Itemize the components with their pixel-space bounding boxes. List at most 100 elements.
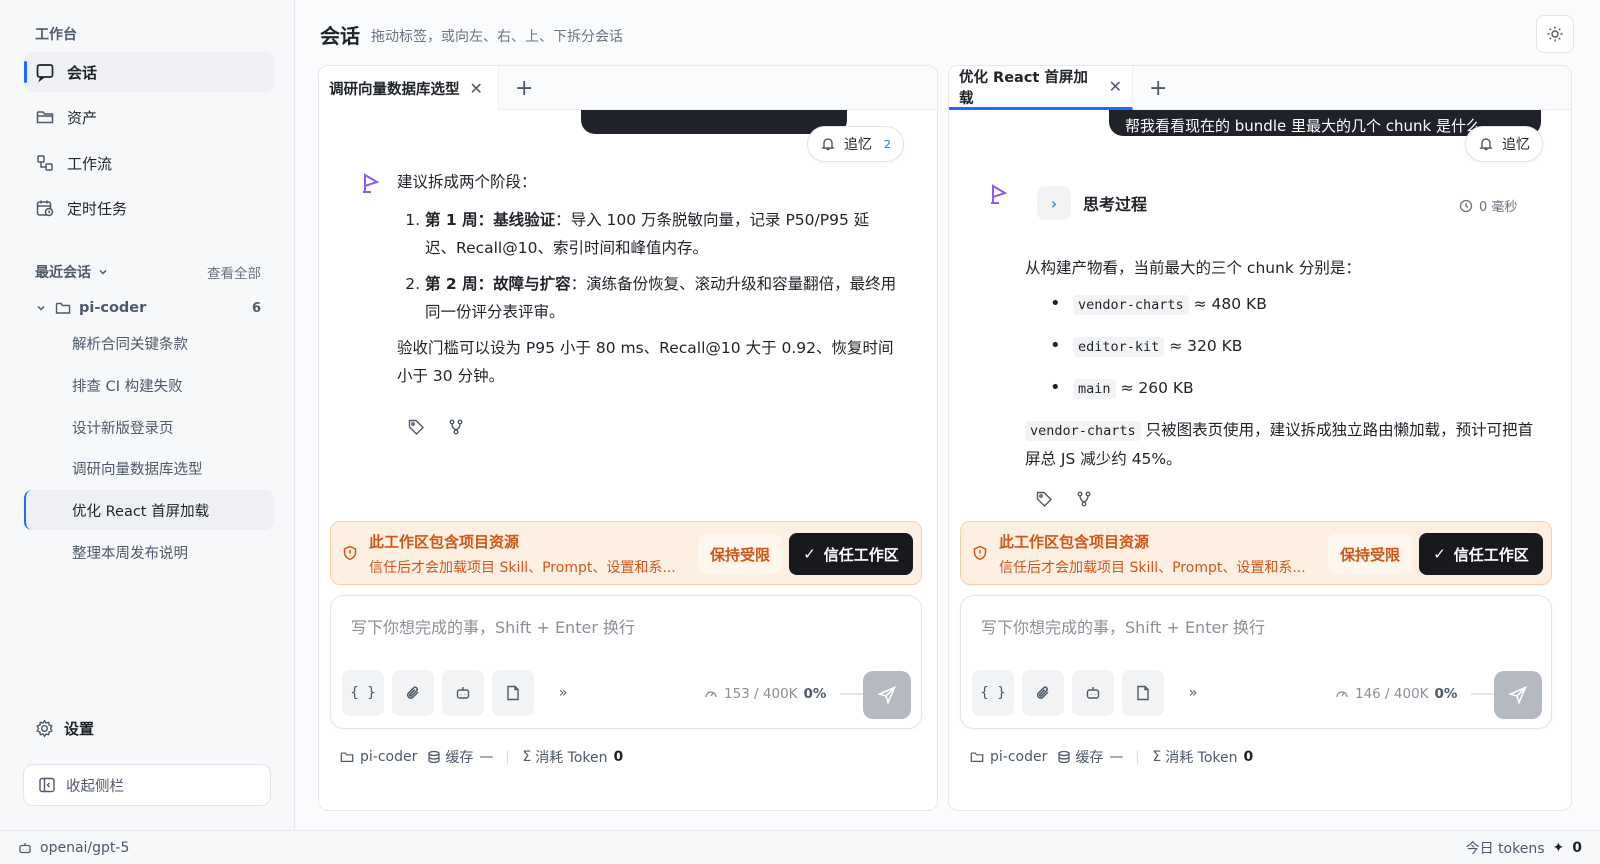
conversation-meta: pi-coder 缓存 — Σ 消耗 Token 0 — [970, 747, 1253, 767]
conversation-item[interactable]: 设计新版登录页 — [24, 407, 274, 447]
model-indicator[interactable]: openai/gpt-5 — [18, 840, 129, 856]
composer-placeholder[interactable]: 写下你想完成的事，Shift + Enter 换行 — [351, 614, 635, 638]
settings-button[interactable]: 设置 — [35, 718, 94, 739]
step-title: 基线验证 — [493, 211, 556, 229]
sigma-icon: Σ — [522, 749, 532, 765]
theme-toggle-button[interactable] — [1536, 15, 1574, 53]
document-icon[interactable] — [1122, 670, 1164, 716]
meta-token-value: 0 — [613, 749, 624, 765]
close-icon[interactable]: ✕ — [470, 79, 483, 98]
recall-label: 追忆 — [1502, 137, 1530, 153]
sidebar-item-assets[interactable]: 资产 — [24, 97, 274, 137]
keep-restricted-button[interactable]: 保持受限 — [698, 534, 782, 574]
gauge-icon — [705, 691, 717, 698]
tab-title: 优化 React 首屏加载 — [959, 69, 1088, 107]
send-button[interactable] — [863, 671, 911, 719]
bell-icon — [1479, 138, 1493, 151]
chunk-name: main — [1073, 379, 1116, 399]
project-group-pi-coder[interactable]: pi-coder 6 — [35, 300, 261, 316]
context-used: 146 / 400K — [1355, 686, 1429, 702]
composer-toolbar: { } » — [972, 670, 1214, 716]
warning-icon — [343, 545, 357, 561]
divider — [507, 750, 509, 764]
page-title: 会话 — [320, 24, 360, 48]
user-message-bubble — [581, 110, 847, 134]
paperclip-icon[interactable] — [392, 670, 434, 716]
view-all-link[interactable]: 查看全部 — [207, 262, 261, 282]
gear-icon — [36, 719, 53, 738]
paperclip-icon[interactable] — [1022, 670, 1064, 716]
robot-icon[interactable] — [442, 670, 484, 716]
send-icon — [877, 685, 897, 705]
message-composer[interactable]: 写下你想完成的事，Shift + Enter 换行 { } » — [330, 595, 922, 729]
database-icon — [1058, 750, 1071, 764]
collapse-sidebar-button[interactable]: 收起侧栏 — [23, 764, 271, 806]
step-number: 第 1 周： — [425, 211, 494, 229]
sidebar-item-chat[interactable]: 会话 — [24, 52, 274, 92]
trust-workspace-button[interactable]: ✓ 信任工作区 — [1419, 533, 1543, 575]
chat-pane-left: 调研向量数据库选型 ✕ + 追忆 2 建议拆成两个阶段： 第 1 周：基线验证：… — [318, 65, 938, 811]
robot-icon[interactable] — [1072, 670, 1114, 716]
warning-icon — [973, 545, 987, 561]
conversation-item[interactable]: 整理本周发布说明 — [24, 532, 274, 572]
branch-icon[interactable] — [1075, 490, 1093, 508]
conversation-item-active[interactable]: 优化 React 首屏加载 — [24, 490, 274, 530]
sidebar-item-label: 定时任务 — [67, 199, 128, 218]
recent-conversations-header: 最近会话 查看全部 — [35, 262, 261, 282]
context-percent: 0% — [1434, 686, 1458, 702]
trust-workspace-button[interactable]: ✓ 信任工作区 — [789, 533, 913, 575]
message-list[interactable]: 追忆 2 建议拆成两个阶段： 第 1 周：基线验证：导入 100 万条脱敏向量，… — [319, 110, 937, 530]
page-subtitle: 拖动标签，或向左、右、上、下拆分会话 — [371, 29, 623, 45]
thinking-duration: 0 毫秒 — [1459, 196, 1517, 215]
keep-restricted-button[interactable]: 保持受限 — [1328, 534, 1412, 574]
chunk-item: vendor-charts ≈ 480 KB — [1025, 290, 1545, 319]
more-icon[interactable]: » — [1172, 670, 1214, 716]
recent-toggle[interactable]: 最近会话 — [35, 262, 109, 282]
close-icon[interactable]: ✕ — [1109, 77, 1122, 96]
tab-conversation[interactable]: 调研向量数据库选型 ✕ — [319, 66, 499, 110]
calendar-clock-icon — [35, 198, 55, 218]
tab-conversation-active[interactable]: 优化 React 首屏加载 ✕ — [949, 66, 1133, 110]
warning-title: 此工作区包含项目资源 — [999, 533, 1150, 551]
chunk-name: editor-kit — [1073, 337, 1165, 357]
chunk-item: editor-kit ≈ 320 KB — [1025, 332, 1545, 361]
document-icon[interactable] — [492, 670, 534, 716]
chevron-down-icon — [37, 305, 45, 311]
warning-title: 此工作区包含项目资源 — [369, 533, 520, 551]
braces-icon[interactable]: { } — [342, 670, 384, 716]
conversation-item[interactable]: 解析合同关键条款 — [24, 323, 274, 363]
add-tab-button[interactable]: + — [1149, 76, 1167, 101]
tag-icon[interactable] — [1035, 490, 1053, 508]
send-button[interactable] — [1494, 671, 1542, 719]
assistant-message: 从构建产物看，当前最大的三个 chunk 分别是： vendor-charts … — [1025, 254, 1545, 473]
folder-icon — [55, 302, 71, 314]
tag-icon[interactable] — [407, 418, 425, 436]
recall-label: 追忆 — [844, 137, 872, 153]
composer-placeholder[interactable]: 写下你想完成的事，Shift + Enter 换行 — [981, 614, 1265, 638]
branch-icon[interactable] — [447, 418, 465, 436]
today-tokens-label: 今日 tokens — [1465, 840, 1545, 857]
conversation-meta: pi-coder 缓存 — Σ 消耗 Token 0 — [340, 747, 623, 767]
sigma-icon: Σ — [1152, 749, 1162, 765]
sidebar-item-workflow[interactable]: 工作流 — [24, 143, 274, 183]
meta-token-label: 消耗 Token — [1165, 750, 1238, 766]
sidebar-item-scheduled-tasks[interactable]: 定时任务 — [24, 188, 274, 228]
recall-button[interactable]: 追忆 — [1465, 126, 1543, 162]
more-icon[interactable]: » — [542, 670, 584, 716]
meta-token-value: 0 — [1243, 749, 1254, 765]
check-icon: ✓ — [803, 545, 816, 563]
message-composer[interactable]: 写下你想完成的事，Shift + Enter 换行 { } » — [960, 595, 1552, 729]
meta-token-label: 消耗 Token — [535, 750, 608, 766]
conversation-item[interactable]: 调研向量数据库选型 — [24, 448, 274, 488]
thinking-process-toggle[interactable]: › 思考过程 — [1037, 186, 1147, 220]
conversation-item[interactable]: 排查 CI 构建失败 — [24, 365, 274, 405]
recall-button[interactable]: 追忆 2 — [807, 126, 904, 162]
message-actions — [407, 418, 465, 436]
assistant-logo-icon — [363, 173, 380, 193]
gauge-icon — [1336, 691, 1348, 698]
send-icon — [1508, 685, 1528, 705]
message-list[interactable]: 帮我看看现在的 bundle 里最大的几个 chunk 是什么。 追忆 › 思考… — [949, 110, 1571, 530]
braces-icon[interactable]: { } — [972, 670, 1014, 716]
add-tab-button[interactable]: + — [515, 76, 533, 101]
folder-icon — [970, 752, 984, 762]
